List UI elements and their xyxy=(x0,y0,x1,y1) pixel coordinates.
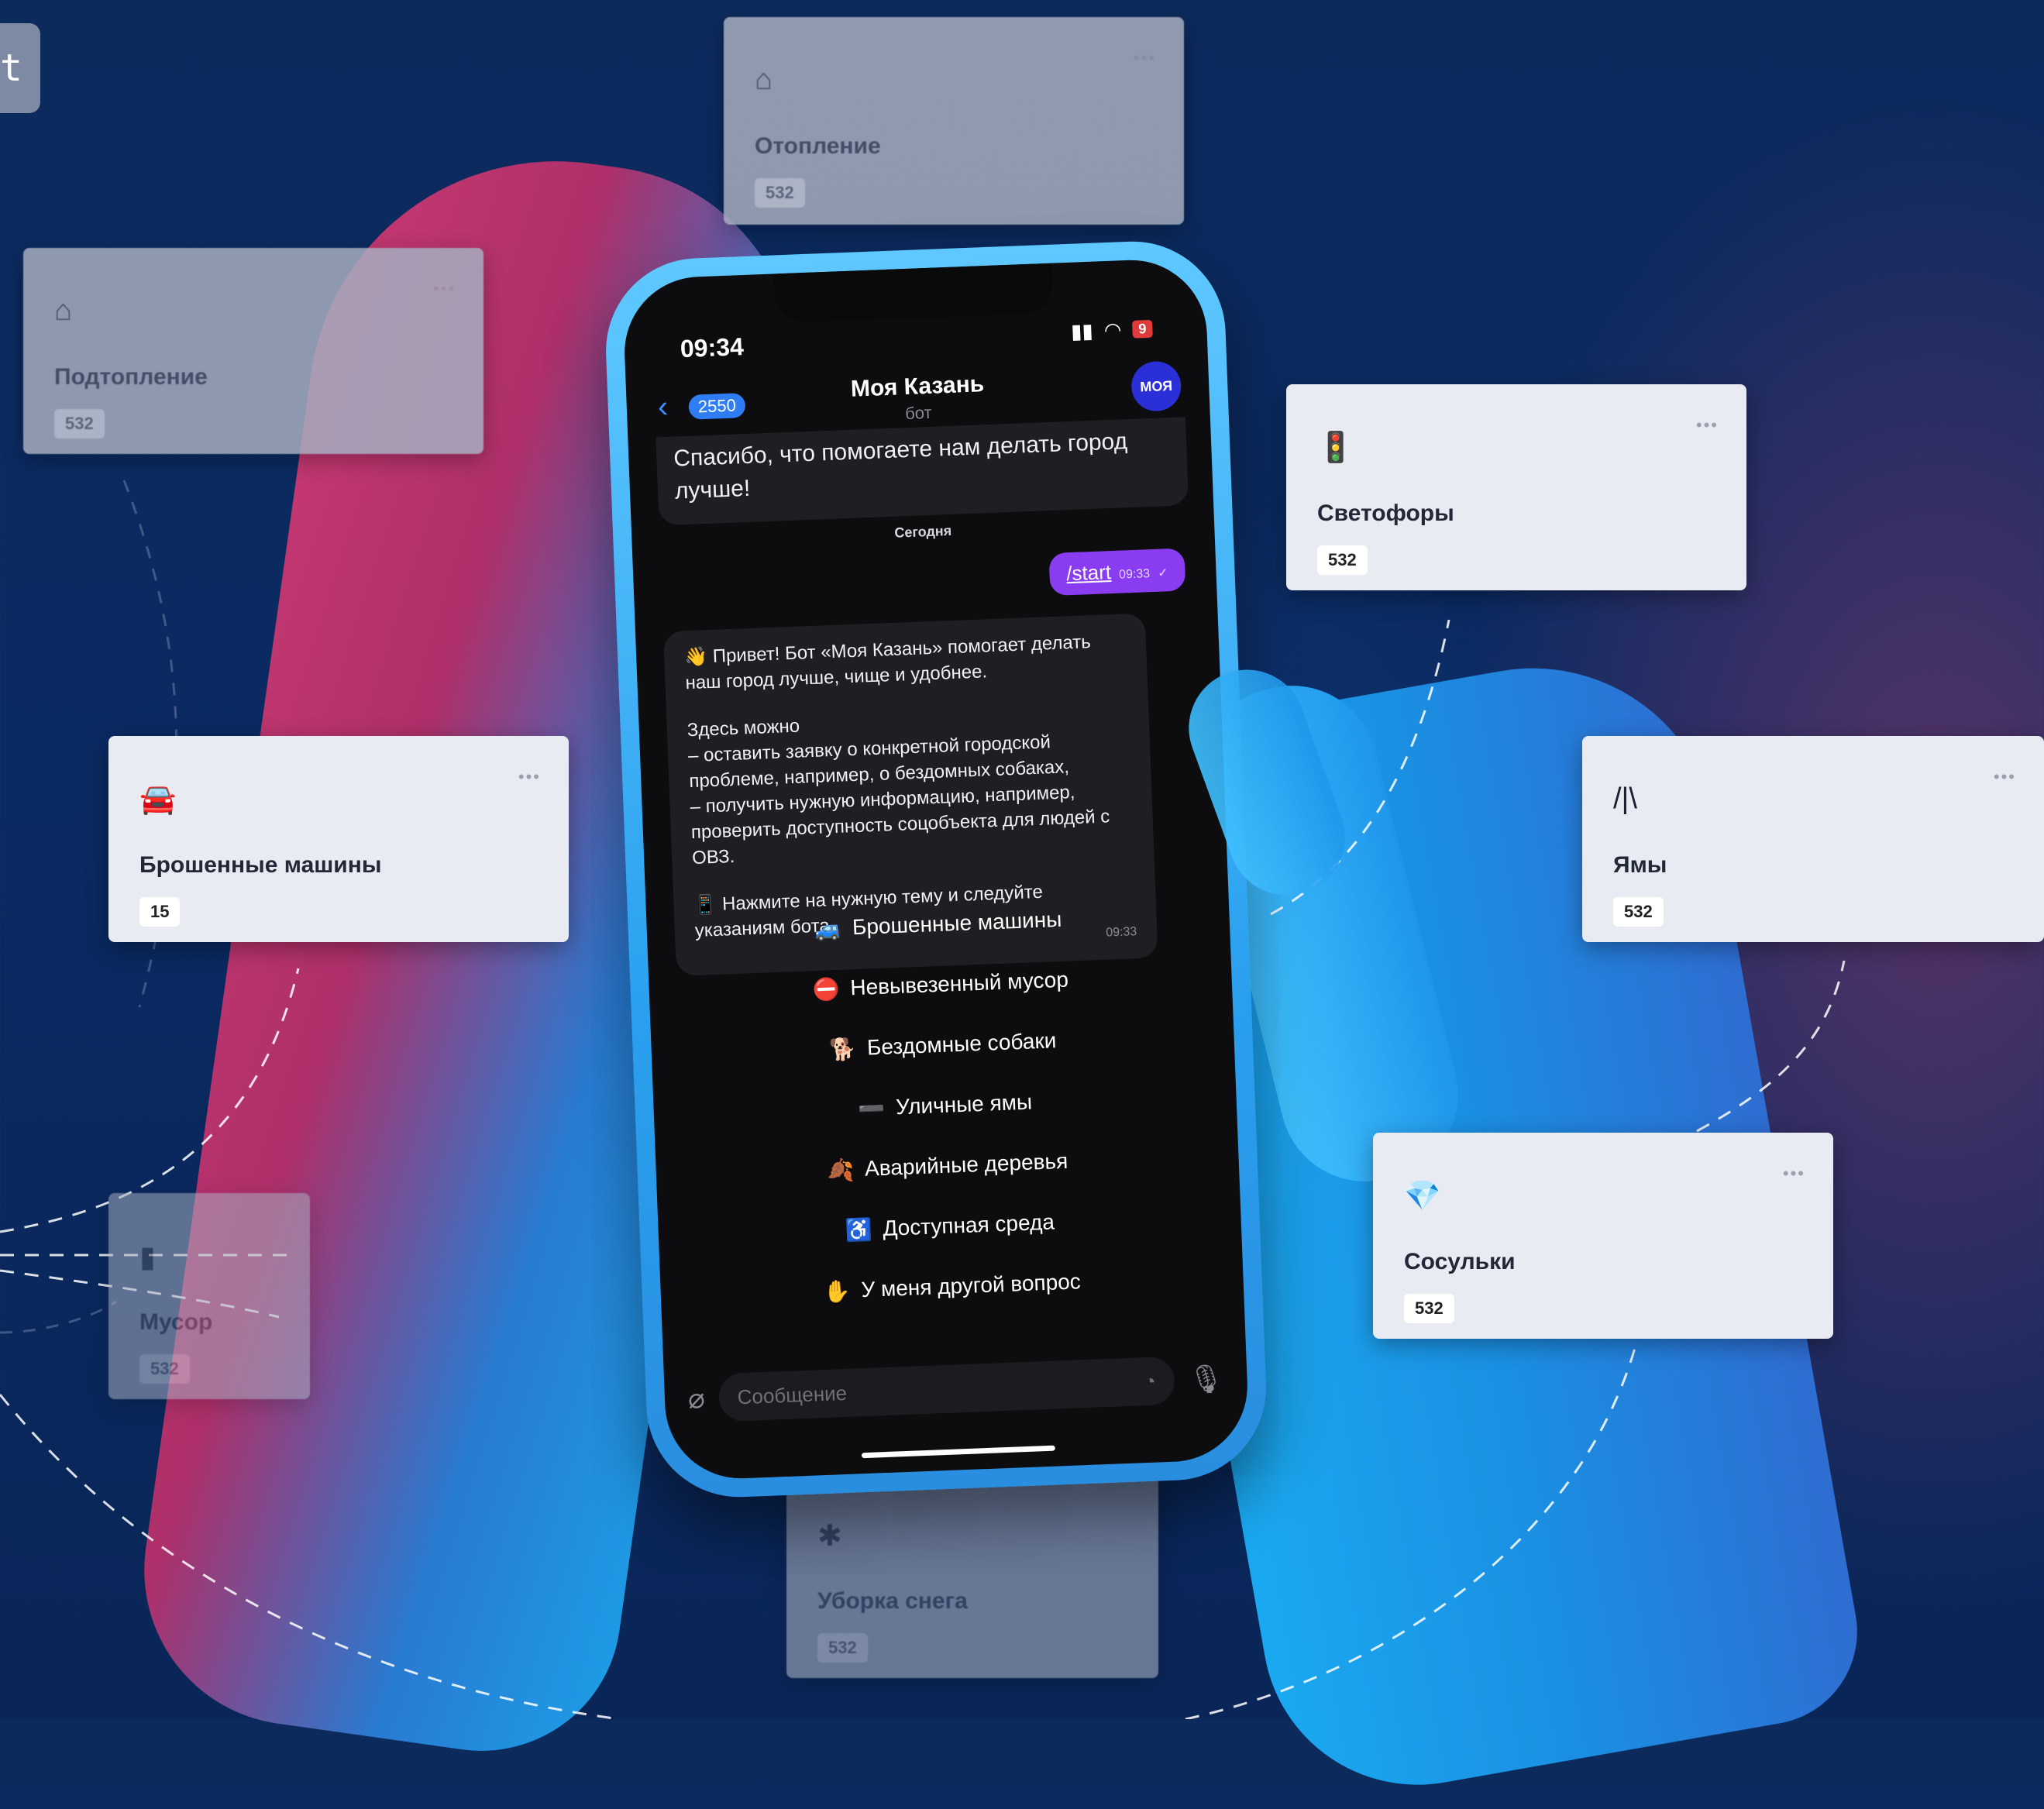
house-flame-icon: ⌂ xyxy=(755,64,773,96)
wifi-icon: ◠ xyxy=(1103,318,1122,342)
attach-paperclip-icon[interactable]: ⌀ xyxy=(687,1382,705,1415)
card-traffic-lights[interactable]: ••• 🚦 Светофоры 532 xyxy=(1286,384,1746,590)
card-title: Уборка снега xyxy=(817,1588,968,1614)
trash-icon: ▮ xyxy=(139,1241,156,1274)
card-flooding[interactable]: ••• ⌂ Подтопление 532 xyxy=(23,248,483,454)
notch xyxy=(773,263,1055,324)
card-title: Отопление xyxy=(755,133,881,159)
home-indicator[interactable] xyxy=(861,1445,1055,1459)
battery-icon: 9 xyxy=(1131,319,1153,339)
card-snow[interactable]: ✱ Уборка снега 532 xyxy=(786,1472,1158,1678)
corner-tab[interactable]: t xyxy=(0,23,40,113)
icicle-icon: 💎 xyxy=(1404,1180,1441,1212)
status-time: 09:34 xyxy=(680,332,745,363)
more-icon[interactable]: ••• xyxy=(1783,1164,1805,1184)
card-abandoned-cars[interactable]: ••• 🚘 Брошенные машины 15 xyxy=(108,736,569,942)
message-placeholder: Сообщение xyxy=(737,1381,848,1408)
read-check-icon: ✓ xyxy=(1157,566,1168,580)
phone: 09:34 ▮▮ ◠ 9 ‹ 2550 Моя Казань бот МОЯ С… xyxy=(602,238,1270,1501)
card-count: 532 xyxy=(817,1633,868,1663)
bot-keyboard: 🚙 Брошенные машины ⛔ Невывезенный мусор 🐕 Б… xyxy=(669,884,1220,1327)
card-title: Светофоры xyxy=(1317,500,1454,526)
card-count: 532 xyxy=(755,178,805,208)
card-heating[interactable]: ••• ⌂ Отопление 532 xyxy=(724,17,1184,225)
snow-icon: ✱ xyxy=(817,1520,842,1553)
card-title: Ямы xyxy=(1613,852,1667,878)
car-icon: 🚘 xyxy=(139,783,177,816)
card-title: Брошенные машины xyxy=(139,852,382,878)
signal-icon: ▮▮ xyxy=(1070,318,1094,343)
welcome-greeting: 👋 Привет! Бот «Моя Казань» помогает дела… xyxy=(683,631,1092,694)
more-icon[interactable]: ••• xyxy=(1696,415,1719,435)
card-count: 532 xyxy=(1404,1294,1454,1323)
microphone-icon[interactable]: 🎙 xyxy=(1188,1362,1224,1396)
card-count: 532 xyxy=(139,1354,190,1384)
message-input-bar: ⌀ Сообщение ◔ 🎙 xyxy=(663,1343,1248,1435)
card-title: Подтопление xyxy=(54,364,208,390)
card-icicles[interactable]: ••• 💎 Сосульки 532 xyxy=(1373,1133,1833,1339)
card-title: Мусор xyxy=(139,1309,213,1335)
outgoing-message: /start 09:33 ✓ xyxy=(1048,548,1186,597)
message-input[interactable]: Сообщение ◔ xyxy=(717,1356,1176,1422)
message-time: 09:33 xyxy=(1118,567,1151,582)
welcome-options: Здесь можно – оставить заявку о конкретн… xyxy=(686,715,1110,869)
card-count: 532 xyxy=(54,409,105,438)
more-icon[interactable]: ••• xyxy=(433,279,456,299)
status-icons: ▮▮ ◠ 9 xyxy=(1071,317,1153,344)
traffic-light-icon: 🚦 xyxy=(1317,432,1354,464)
card-title: Сосульки xyxy=(1404,1249,1516,1274)
telegram-chat-screen: 09:34 ▮▮ ◠ 9 ‹ 2550 Моя Казань бот МОЯ С… xyxy=(621,257,1251,1481)
house-water-icon: ⌂ xyxy=(54,294,72,327)
start-command-link[interactable]: /start xyxy=(1066,560,1112,585)
card-potholes[interactable]: ••• /|\ Ямы 532 xyxy=(1582,736,2044,942)
card-count: 532 xyxy=(1317,545,1368,575)
card-count: 532 xyxy=(1613,897,1664,927)
more-icon[interactable]: ••• xyxy=(1134,48,1156,68)
card-count: 15 xyxy=(139,897,181,927)
sticker-icon[interactable]: ◔ xyxy=(1144,1369,1157,1394)
road-icon: /|\ xyxy=(1613,782,1637,815)
card-trash[interactable]: ▮ Мусор 532 xyxy=(108,1193,310,1399)
more-icon[interactable]: ••• xyxy=(1994,767,2016,787)
more-icon[interactable]: ••• xyxy=(518,767,541,787)
